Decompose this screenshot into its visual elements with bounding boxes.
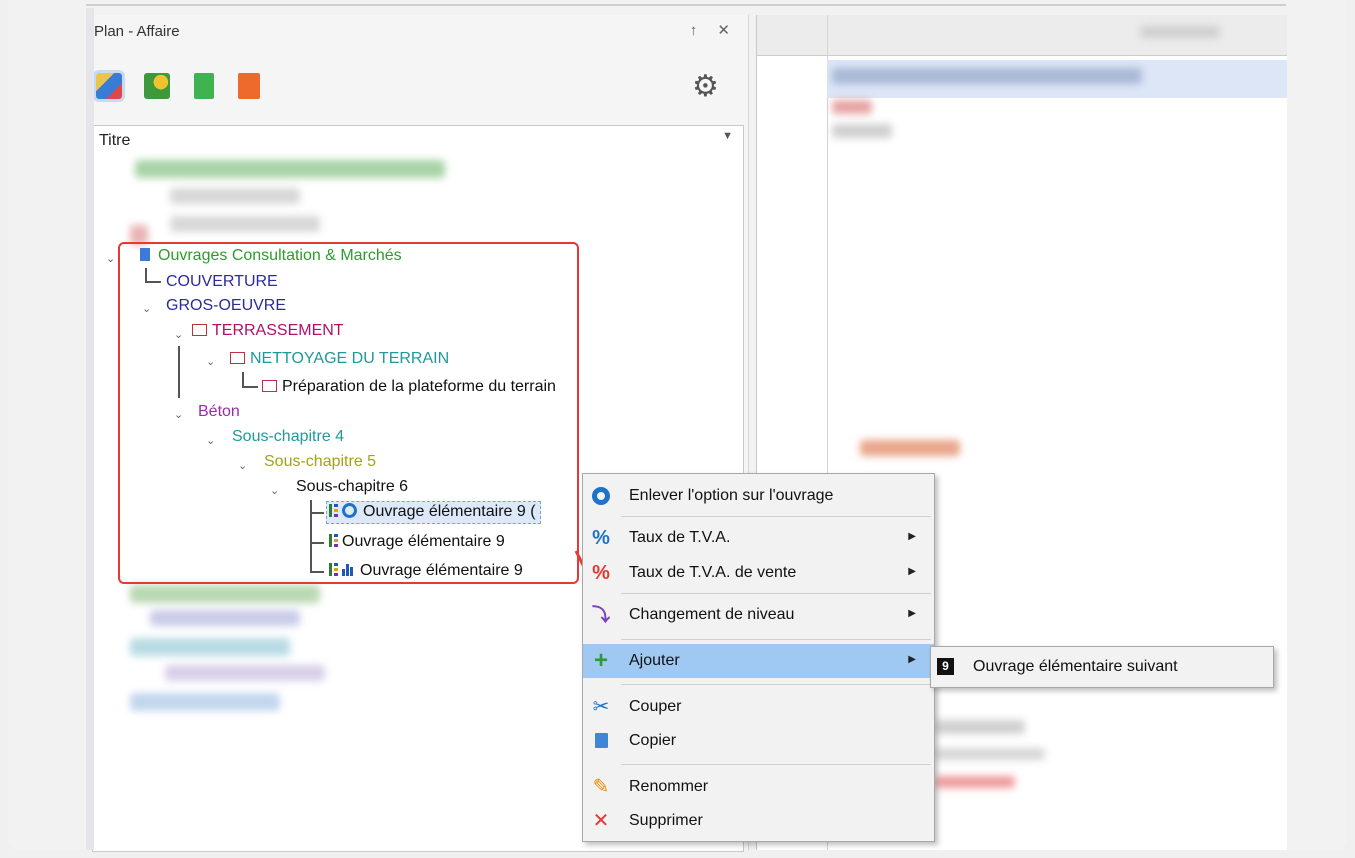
contact-icon[interactable] [238, 73, 260, 99]
document-icon[interactable] [194, 73, 214, 99]
menu-separator [621, 684, 931, 685]
pencil-icon: ✎ [592, 776, 610, 798]
menu-item-copier[interactable]: Copier [583, 724, 934, 758]
chevron-down-icon[interactable]: ▼ [722, 130, 733, 142]
menu-item-taux-tva[interactable]: % Taux de T.V.A. ▶ [583, 521, 934, 555]
window-top-border [86, 4, 1286, 6]
numbered-element-icon: 9 [937, 658, 954, 675]
context-menu: Enlever l'option sur l'ouvrage % Taux de… [582, 473, 935, 842]
blurred-tree-item [150, 610, 300, 626]
blurred-detail-text [860, 440, 960, 456]
blurred-detail-text [832, 68, 1142, 84]
blurred-detail-text [832, 100, 872, 114]
circle-icon [591, 486, 611, 506]
menu-item-label: Couper [629, 698, 682, 715]
chevron-down-icon[interactable]: ⌄ [106, 252, 115, 265]
menu-item-label: Taux de T.V.A. [629, 529, 731, 546]
menu-item-label: Copier [629, 732, 677, 749]
blurred-detail-text [935, 776, 1015, 788]
menu-item-enlever-option[interactable]: Enlever l'option sur l'ouvrage [583, 479, 934, 513]
menu-separator [621, 764, 931, 765]
level-change-icon: ⤵ [592, 605, 610, 625]
menu-item-taux-tva-vente[interactable]: % Taux de T.V.A. de vente ▶ [583, 556, 934, 590]
menu-item-label: Enlever l'option sur l'ouvrage [629, 487, 834, 504]
menu-item-label: Supprimer [629, 812, 703, 829]
menu-item-renommer[interactable]: ✎ Renommer [583, 770, 934, 804]
blurred-detail-text [935, 748, 1045, 760]
plan-icon[interactable] [96, 73, 122, 99]
menu-separator [621, 593, 931, 594]
blurred-detail-text [1140, 26, 1220, 38]
blurred-tree-item [130, 638, 290, 656]
gear-icon[interactable]: ⚙ [692, 69, 719, 104]
plus-icon: + [593, 647, 608, 674]
ajouter-submenu: 9 Ouvrage élémentaire suivant [930, 646, 1274, 688]
menu-item-label: Renommer [629, 778, 709, 795]
blurred-tree-item [130, 693, 280, 711]
percent-red-icon: % [592, 562, 610, 584]
menu-item-label: Taux de T.V.A. de vente [629, 564, 797, 581]
blurred-tree-item [165, 665, 325, 681]
scissors-icon: ✂ [592, 696, 610, 718]
blurred-detail-text [935, 720, 1025, 734]
delete-icon: ✕ [592, 810, 610, 832]
blurred-detail-text [832, 124, 892, 138]
copy-icon [591, 731, 611, 751]
menu-item-ajouter[interactable]: + Ajouter ▶ [583, 644, 934, 678]
submenu-item-ouvrage-suivant[interactable]: Ouvrage élémentaire suivant [973, 658, 1178, 676]
blurred-tree-item [170, 188, 300, 204]
menu-separator [621, 516, 931, 517]
blurred-tree-item [135, 160, 445, 178]
submenu-arrow-icon: ▶ [908, 608, 916, 619]
tree-column-header: Titre [99, 132, 131, 149]
blurred-tree-item [130, 585, 320, 603]
submenu-arrow-icon: ▶ [908, 531, 916, 542]
menu-item-couper[interactable]: ✂ Couper [583, 690, 934, 724]
submenu-arrow-icon: ▶ [908, 654, 916, 665]
panel-title: Plan - Affaire [94, 23, 180, 40]
panel-left-edge [86, 8, 94, 850]
blurred-tree-item [170, 216, 320, 232]
percent-icon: % [592, 527, 610, 549]
submenu-arrow-icon: ▶ [908, 566, 916, 577]
menu-item-changement-niveau[interactable]: ⤵ Changement de niveau ▶ [583, 598, 934, 632]
annotation-highlight-box [118, 242, 579, 584]
menu-item-label: Ajouter [629, 652, 680, 669]
money-icon[interactable] [144, 73, 170, 99]
panel-pin-close-controls[interactable]: ↑ ✕ [690, 21, 738, 39]
menu-separator [621, 639, 931, 640]
menu-item-label: Changement de niveau [629, 606, 795, 623]
menu-item-supprimer[interactable]: ✕ Supprimer [583, 804, 934, 838]
